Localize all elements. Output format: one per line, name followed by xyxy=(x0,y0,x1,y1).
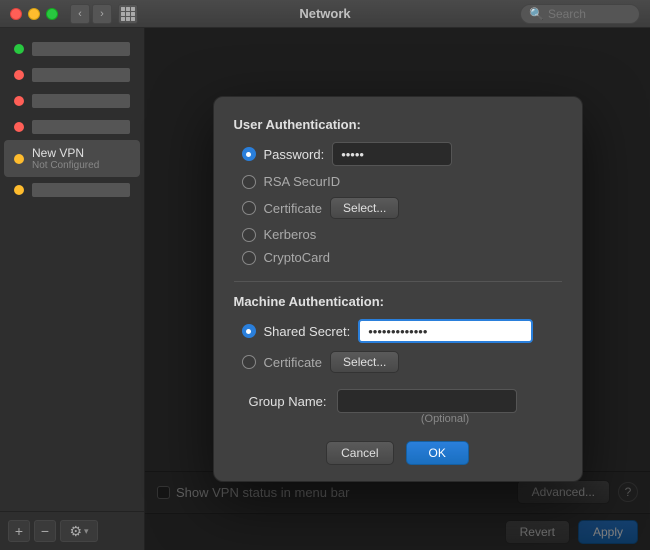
group-name-input[interactable] xyxy=(337,389,517,413)
minimize-button[interactable] xyxy=(28,8,40,20)
group-name-row: Group Name: xyxy=(242,389,562,413)
sidebar-item-name-3: ████████ xyxy=(32,94,130,108)
radio-shared-secret[interactable] xyxy=(242,324,256,338)
modal-overlay: User Authentication: Password: RSA Secur… xyxy=(145,28,650,550)
sidebar-item-sub-vpn: Not Configured xyxy=(32,160,130,171)
back-button[interactable]: ‹ xyxy=(70,4,90,24)
search-box[interactable]: 🔍 xyxy=(520,4,640,24)
window-title: Network xyxy=(299,6,350,21)
search-icon: 🔍 xyxy=(529,7,544,21)
status-dot-red-2 xyxy=(14,96,24,106)
user-auth-label: User Authentication: xyxy=(234,117,562,132)
main-content: ████████ ████████ ████████ ████████ New … xyxy=(0,28,650,550)
radio-row-cert-machine[interactable]: Certificate Select... xyxy=(242,351,562,373)
gear-icon: ⚙ xyxy=(69,523,82,540)
radio-row-password[interactable]: Password: xyxy=(242,142,562,166)
radio-shared-label: Shared Secret: xyxy=(264,324,351,339)
forward-button[interactable]: › xyxy=(92,4,112,24)
group-name-label: Group Name: xyxy=(242,394,327,409)
sidebar-item-name-1: ████████ xyxy=(32,42,130,56)
titlebar: ‹ › Network 🔍 xyxy=(0,0,650,28)
radio-crypto[interactable] xyxy=(242,251,256,265)
sidebar-item-name-vpn: New VPN xyxy=(32,146,130,160)
select-cert-machine-button[interactable]: Select... xyxy=(330,351,399,373)
sidebar-item-2[interactable]: ████████ xyxy=(4,62,140,88)
radio-row-rsa[interactable]: RSA SecurID xyxy=(242,174,562,189)
sidebar-item-name-4: ████████ xyxy=(32,120,130,134)
modal-buttons: Cancel OK xyxy=(234,441,562,465)
gear-chevron-icon: ▾ xyxy=(84,526,89,537)
select-cert-button[interactable]: Select... xyxy=(330,197,399,219)
sidebar-toolbar: + − ⚙ ▾ xyxy=(0,511,144,550)
radio-cert-label: Certificate xyxy=(264,201,323,216)
sidebar: ████████ ████████ ████████ ████████ New … xyxy=(0,28,145,550)
machine-auth-label: Machine Authentication: xyxy=(234,294,562,309)
status-dot-yellow-1 xyxy=(14,154,24,164)
radio-row-crypto[interactable]: CryptoCard xyxy=(242,250,562,265)
radio-kerberos-label: Kerberos xyxy=(264,227,317,242)
radio-rsa-label: RSA SecurID xyxy=(264,174,341,189)
optional-hint: (Optional) xyxy=(329,413,562,425)
radio-cert-machine[interactable] xyxy=(242,355,256,369)
sidebar-item-3[interactable]: ████████ xyxy=(4,88,140,114)
radio-row-kerberos[interactable]: Kerberos xyxy=(242,227,562,242)
vpn-auth-modal: User Authentication: Password: RSA Secur… xyxy=(213,96,583,482)
radio-row-shared-secret[interactable]: Shared Secret: xyxy=(242,319,562,343)
remove-network-button[interactable]: − xyxy=(34,520,56,542)
content-area: Show VPN status in menu bar Advanced... … xyxy=(145,28,650,550)
user-auth-radio-group: Password: RSA SecurID Certificate Select… xyxy=(242,142,562,265)
status-dot-red-1 xyxy=(14,70,24,80)
status-dot-red-3 xyxy=(14,122,24,132)
shared-secret-input[interactable] xyxy=(358,319,533,343)
radio-rsa[interactable] xyxy=(242,175,256,189)
divider xyxy=(234,281,562,282)
sidebar-item-1[interactable]: ████████ xyxy=(4,36,140,62)
status-dot-green xyxy=(14,44,24,54)
radio-kerberos[interactable] xyxy=(242,228,256,242)
grid-icon xyxy=(121,7,135,21)
sidebar-item-vpn[interactable]: New VPN Not Configured xyxy=(4,140,140,177)
cancel-button[interactable]: Cancel xyxy=(326,441,393,465)
radio-crypto-label: CryptoCard xyxy=(264,250,330,265)
radio-cert-machine-label: Certificate xyxy=(264,355,323,370)
radio-password-label: Password: xyxy=(264,147,325,162)
sidebar-item-4[interactable]: ████████ xyxy=(4,114,140,140)
maximize-button[interactable] xyxy=(46,8,58,20)
radio-certificate[interactable] xyxy=(242,201,256,215)
password-input[interactable] xyxy=(332,142,452,166)
gear-menu-button[interactable]: ⚙ ▾ xyxy=(60,520,98,542)
add-network-button[interactable]: + xyxy=(8,520,30,542)
status-dot-yellow-2 xyxy=(14,185,24,195)
radio-row-certificate[interactable]: Certificate Select... xyxy=(242,197,562,219)
sidebar-item-name-6: ████ xyxy=(32,183,130,197)
ok-button[interactable]: OK xyxy=(406,441,469,465)
sidebar-item-6[interactable]: ████ xyxy=(4,177,140,203)
traffic-lights xyxy=(10,8,58,20)
sidebar-item-name-2: ████████ xyxy=(32,68,130,82)
search-input[interactable] xyxy=(548,7,631,21)
grid-view-button[interactable] xyxy=(118,4,138,24)
close-button[interactable] xyxy=(10,8,22,20)
nav-buttons: ‹ › xyxy=(70,4,112,24)
machine-auth-radio-group: Shared Secret: Certificate Select... xyxy=(242,319,562,373)
radio-password[interactable] xyxy=(242,147,256,161)
